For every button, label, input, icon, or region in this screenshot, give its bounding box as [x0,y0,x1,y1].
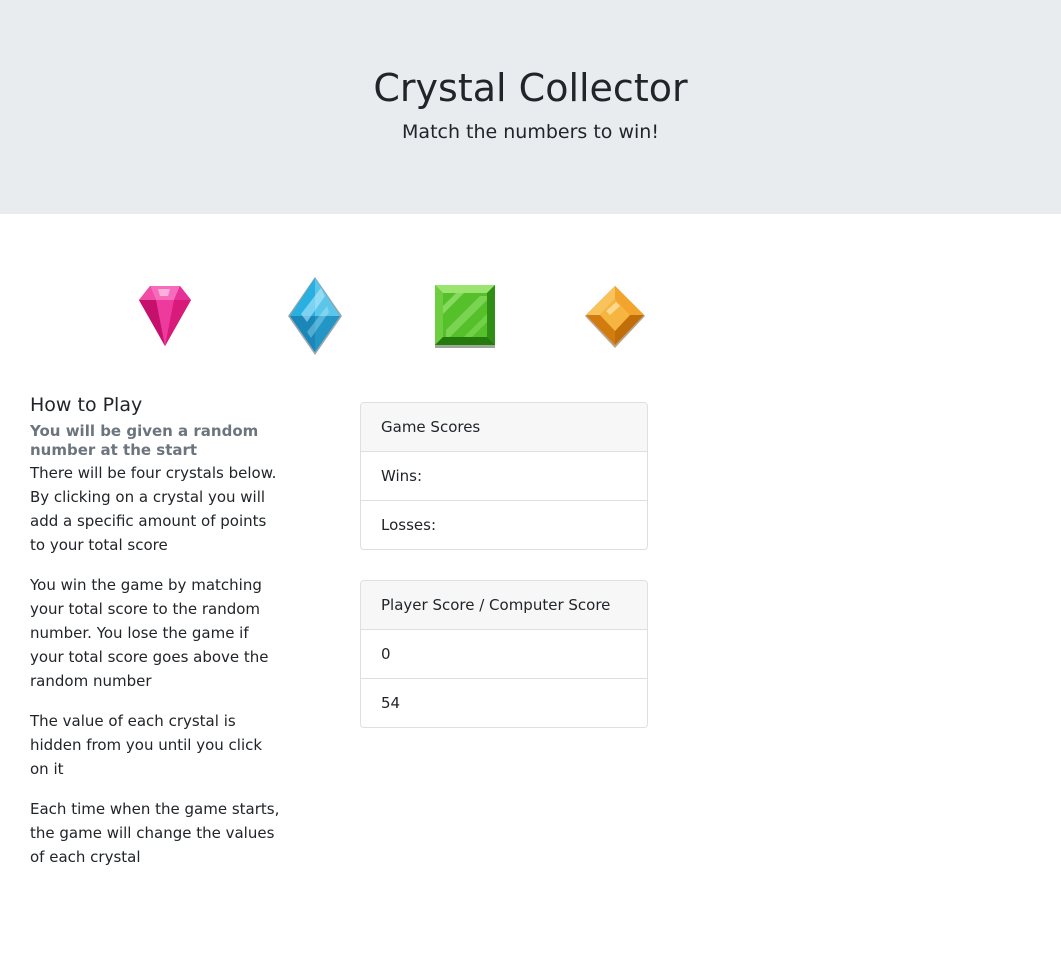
instruction-paragraph: You win the game by matching your total … [30,576,269,690]
pink-crystal-icon [139,286,191,346]
pink-crystal[interactable] [138,284,192,348]
how-to-play-subheading: You will be given a random number at the… [30,422,259,459]
page-subtitle: Match the numbers to win! [402,121,659,143]
green-crystal-icon [435,285,495,348]
blue-crystal-icon [288,277,342,355]
how-to-play-heading: How to Play [30,394,143,416]
instruction-paragraph: Each time when the game starts, the game… [30,800,280,866]
score-panel-title: Player Score / Computer Score [361,581,647,629]
header-banner: Crystal Collector Match the numbers to w… [0,0,1061,214]
player-score: 0 [361,629,647,678]
instruction-paragraph: The value of each crystal is hidden from… [30,712,263,778]
green-crystal[interactable] [434,284,496,350]
computer-score: 54 [361,678,647,727]
game-scores-panel: Game Scores Wins: Losses: [360,402,648,550]
page-title: Crystal Collector [373,66,688,110]
score-panel: Player Score / Computer Score 0 54 [360,580,648,728]
instruction-paragraph: There will be four crystals below. By cl… [30,464,277,554]
orange-crystal-icon [585,286,645,348]
blue-crystal[interactable] [287,276,343,356]
game-scores-title: Game Scores [361,403,647,451]
how-to-play-section: How to Play You will be given a random n… [30,390,285,885]
wins-row: Wins: [361,451,647,500]
losses-row: Losses: [361,500,647,549]
orange-crystal[interactable] [584,285,646,349]
